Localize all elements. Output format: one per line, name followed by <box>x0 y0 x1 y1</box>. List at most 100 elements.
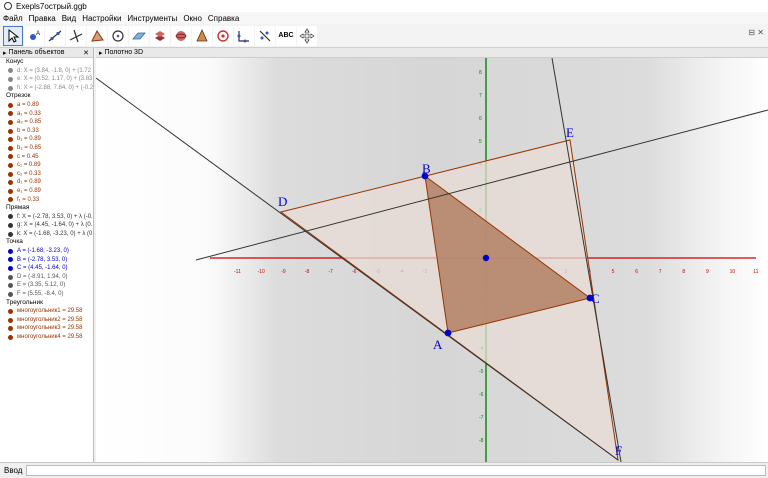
graphics-canvas[interactable]: -11-10-9-8-7-6-5-4-3-2-11234567891011 87… <box>96 48 768 462</box>
y-tick-label: -5 <box>479 369 484 375</box>
algebra-item[interactable]: d: X = (3.84, -1.8, 0) + (1.72 c <box>0 67 93 76</box>
visibility-toggle-icon[interactable] <box>8 180 13 186</box>
algebra-item[interactable]: k: X = (-1.68, -3.23, 0) + λ (0. <box>0 230 93 239</box>
visibility-toggle-icon[interactable] <box>8 283 13 289</box>
visibility-toggle-icon[interactable] <box>8 231 13 237</box>
prism-tool-button[interactable] <box>150 25 170 46</box>
move-view-tool-button[interactable] <box>297 25 317 46</box>
polygon-tool-button[interactable] <box>87 25 107 46</box>
algebra-item[interactable]: g: X = (4.45, -1.64, 0) + λ (0. <box>0 221 93 230</box>
visibility-toggle-icon[interactable] <box>8 291 13 297</box>
visibility-toggle-icon[interactable] <box>8 85 13 91</box>
visibility-toggle-icon[interactable] <box>8 266 13 272</box>
algebra-item[interactable]: F = (5.55, -8.4, 0) <box>0 290 93 299</box>
algebra-view-title: Панель объектов <box>8 49 65 56</box>
menu-help[interactable]: Справка <box>205 14 242 23</box>
label-d: D <box>278 194 287 209</box>
pyramid-tool-button[interactable] <box>192 25 212 46</box>
algebra-item[interactable]: b₂ = 0.85 <box>0 144 93 153</box>
algebra-item-text: c = 0.45 <box>17 153 39 160</box>
algebra-item[interactable]: многоугольник1 = 29.58 <box>0 307 93 316</box>
visibility-toggle-icon[interactable] <box>8 145 13 151</box>
graphics-3d-view[interactable]: ▸ Полотно 3D -11-10-9-8-7-6-5-4-3-2-1123… <box>96 48 768 462</box>
algebra-item[interactable]: c = 0.45 <box>0 153 93 162</box>
circle-tool-button[interactable] <box>108 25 128 46</box>
visibility-toggle-icon[interactable] <box>8 119 13 125</box>
algebra-item[interactable]: C = (4.45, -1.64, 0) <box>0 264 93 273</box>
algebra-item[interactable]: E = (3.35, 5.12, 0) <box>0 281 93 290</box>
visibility-toggle-icon[interactable] <box>8 162 13 168</box>
visibility-toggle-icon[interactable] <box>8 309 13 315</box>
visibility-toggle-icon[interactable] <box>8 197 13 203</box>
point-tool-button[interactable]: A <box>24 25 44 46</box>
visibility-toggle-icon[interactable] <box>8 223 13 229</box>
visibility-toggle-icon[interactable] <box>8 326 13 332</box>
algebra-item[interactable]: c₁ = 0.89 <box>0 161 93 170</box>
algebra-item[interactable]: f₁ = 0.33 <box>0 196 93 205</box>
menu-window[interactable]: Окно <box>180 14 205 23</box>
menu-view[interactable]: Вид <box>59 14 79 23</box>
visibility-toggle-icon[interactable] <box>8 188 13 194</box>
move-tool-button[interactable] <box>3 25 23 46</box>
x-tick-label: -9 <box>281 269 286 275</box>
visibility-toggle-icon[interactable] <box>8 317 13 323</box>
visibility-toggle-icon[interactable] <box>8 171 13 177</box>
visibility-toggle-icon[interactable] <box>8 274 13 280</box>
algebra-item[interactable]: d₁ = 0.89 <box>0 178 93 187</box>
rotate-tool-button[interactable] <box>213 25 233 46</box>
algebra-item[interactable]: многоугольник4 = 29.58 <box>0 333 93 342</box>
algebra-group-header[interactable]: Прямая <box>0 204 93 213</box>
input-field[interactable] <box>26 465 767 476</box>
algebra-item[interactable]: h: X = (-2.88, 7.84, 0) + (-0.2. <box>0 84 93 93</box>
line-tool-button[interactable] <box>45 25 65 46</box>
algebra-item[interactable]: e₁ = 0.89 <box>0 187 93 196</box>
menu-tools[interactable]: Инструменты <box>124 14 180 23</box>
y-tick-label: -6 <box>479 392 484 398</box>
visibility-toggle-icon[interactable] <box>8 76 13 82</box>
visibility-toggle-icon[interactable] <box>8 248 13 254</box>
algebra-group-header[interactable]: Треугольник <box>0 299 93 308</box>
visibility-toggle-icon[interactable] <box>8 111 13 117</box>
algebra-item[interactable]: B = (-2.78, 3.53, 0) <box>0 256 93 265</box>
algebra-item[interactable]: f: X = (-2.78, 3.53, 0) + λ (-0.1 <box>0 213 93 222</box>
visibility-toggle-icon[interactable] <box>8 128 13 134</box>
visibility-toggle-icon[interactable] <box>8 334 13 340</box>
visibility-toggle-icon[interactable] <box>8 257 13 263</box>
algebra-item[interactable]: e: X = (0.52, 1.17, 0) + (3.83 - <box>0 75 93 84</box>
window-controls[interactable]: ⊟ ✕ <box>748 28 764 37</box>
menu-file[interactable]: Файл <box>0 14 26 23</box>
origin-point[interactable] <box>482 254 490 262</box>
prism-icon <box>155 30 165 41</box>
point-a[interactable] <box>444 329 452 337</box>
angle-tool-button[interactable] <box>234 25 254 46</box>
plane-tool-button[interactable] <box>129 25 149 46</box>
visibility-toggle-icon[interactable] <box>8 214 13 220</box>
perpendicular-tool-button[interactable] <box>66 25 86 46</box>
visibility-toggle-icon[interactable] <box>8 68 13 74</box>
algebra-item[interactable]: c₂ = 0.33 <box>0 170 93 179</box>
visibility-toggle-icon[interactable] <box>8 102 13 108</box>
menu-edit[interactable]: Правка <box>26 14 59 23</box>
algebra-item[interactable]: b = 0.33 <box>0 127 93 136</box>
sphere-tool-button[interactable] <box>171 25 191 46</box>
algebra-group-header[interactable]: Отрезок <box>0 92 93 101</box>
menu-settings[interactable]: Настройки <box>79 14 124 23</box>
text-tool-button[interactable]: ABC <box>276 25 296 46</box>
algebra-item-text: a = 0.89 <box>17 101 39 108</box>
reflect-tool-button[interactable] <box>255 25 275 46</box>
algebra-group-header[interactable]: Конус <box>0 58 93 67</box>
algebra-item[interactable]: b₁ = 0.89 <box>0 135 93 144</box>
algebra-item[interactable]: D = (-8.91, 1.94, 0) <box>0 273 93 282</box>
algebra-item[interactable]: многоугольник2 = 29.58 <box>0 316 93 325</box>
algebra-item-text: h: X = (-2.88, 7.84, 0) + (-0.2. <box>17 84 94 91</box>
visibility-toggle-icon[interactable] <box>8 137 13 143</box>
close-icon[interactable]: ✕ <box>83 49 89 57</box>
visibility-toggle-icon[interactable] <box>8 154 13 160</box>
plane-icon <box>132 32 146 39</box>
algebra-item[interactable]: многоугольник3 = 29.58 <box>0 324 93 333</box>
algebra-item[interactable]: A = (-1.68, -3.23, 0) <box>0 247 93 256</box>
algebra-item[interactable]: a₁ = 0.33 <box>0 110 93 119</box>
algebra-item[interactable]: a₂ = 0.85 <box>0 118 93 127</box>
algebra-group-header[interactable]: Точка <box>0 238 93 247</box>
algebra-item[interactable]: a = 0.89 <box>0 101 93 110</box>
